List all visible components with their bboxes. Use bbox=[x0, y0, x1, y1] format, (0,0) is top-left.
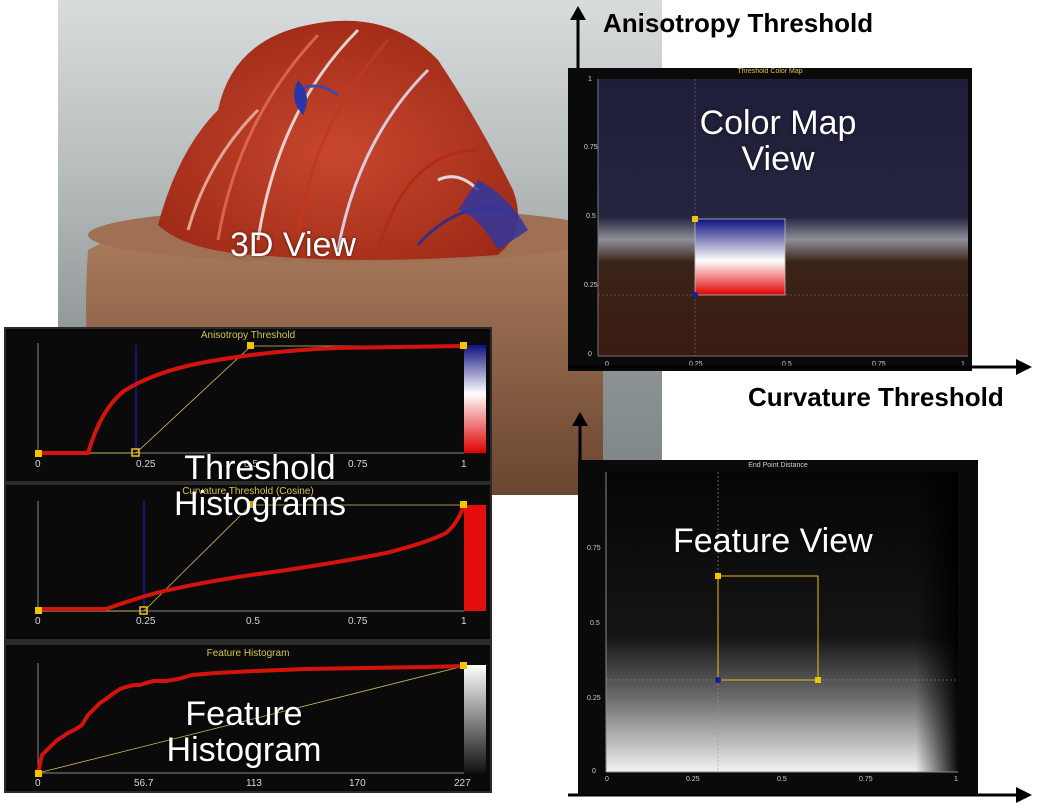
anisotropy-axis-arrow bbox=[570, 6, 586, 74]
anisotropy-transfer-line bbox=[38, 345, 464, 454]
colormap-handle[interactable] bbox=[692, 216, 698, 222]
histogram-stack: Anisotropy Threshold 0 0.25 0.5 0.75 1 C… bbox=[4, 327, 492, 793]
color-map-view-label: Color Map View bbox=[699, 104, 857, 178]
curvature-handle-max[interactable] bbox=[460, 501, 467, 508]
color-map-view[interactable]: Threshold Color Map 1 0.75 0.5 0.25 0 0 … bbox=[568, 68, 972, 371]
feature-colorbar bbox=[464, 665, 486, 773]
curvature-axis-arrow bbox=[568, 359, 1032, 375]
curvature-colorbar bbox=[464, 505, 486, 611]
anisotropy-handle-min[interactable] bbox=[35, 450, 42, 457]
feature-view-label: Feature View bbox=[673, 522, 873, 560]
threshold-region[interactable] bbox=[694, 218, 786, 296]
curvature-axis-title: Curvature Threshold bbox=[748, 382, 1004, 412]
curvature-handle-min[interactable] bbox=[35, 607, 42, 614]
anisotropy-axis-title: Anisotropy Threshold bbox=[603, 8, 874, 38]
anisotropy-colorbar bbox=[464, 345, 486, 453]
endpoint-title: End Point Distance bbox=[748, 462, 808, 469]
anisotropy-handle-max[interactable] bbox=[460, 342, 467, 349]
anisotropy-curve bbox=[38, 344, 465, 455]
feature-point[interactable] bbox=[715, 677, 721, 683]
feature-histogram-label: Feature Histogram bbox=[166, 695, 322, 769]
anisotropy-handle-mid[interactable] bbox=[247, 342, 254, 349]
feature-hist-handle-max[interactable] bbox=[460, 662, 467, 669]
colormap-point[interactable] bbox=[692, 292, 698, 298]
3d-view-label: 3D View bbox=[230, 226, 356, 264]
feature-view-plot[interactable] bbox=[578, 460, 978, 795]
feature-view[interactable]: End Point Distance 0.75 0.5 0.25 0 0 0.2… bbox=[578, 460, 978, 795]
feature-hist-handle-min[interactable] bbox=[35, 770, 42, 777]
threshold-histograms-label: Threshold Histograms bbox=[174, 449, 346, 523]
feature-handle-top[interactable] bbox=[715, 573, 721, 579]
feature-handle-right[interactable] bbox=[815, 677, 821, 683]
